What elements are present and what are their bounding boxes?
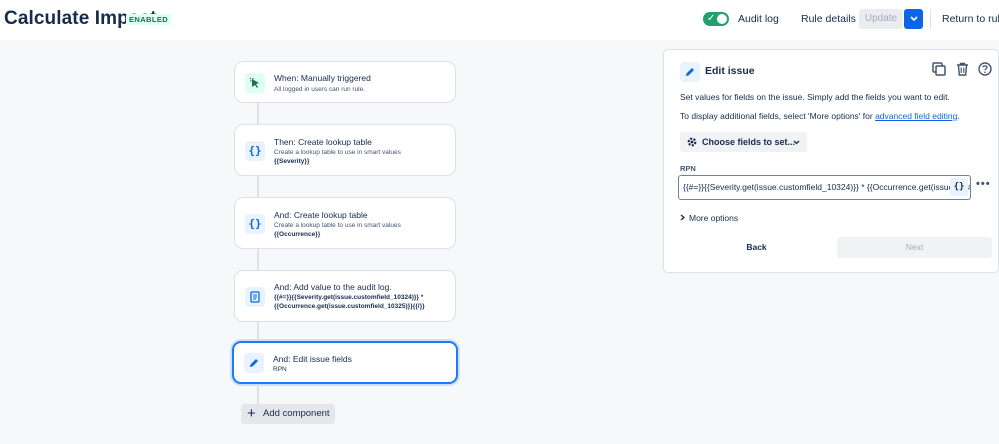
chevron-down-icon xyxy=(793,140,800,145)
cursor-click-icon xyxy=(245,73,265,93)
add-component-label: Add component xyxy=(263,408,330,419)
rule-details-button[interactable]: Rule details xyxy=(801,13,856,25)
more-options-label: More options xyxy=(689,213,739,223)
card-body: {{Occurrence}} xyxy=(274,231,321,238)
panel-title: Edit issue xyxy=(705,65,755,77)
trigger-card[interactable]: When: Manually triggered All logged in u… xyxy=(234,61,456,103)
card-subtitle: Create a lookup table to use in smart va… xyxy=(274,222,401,229)
help-icon[interactable] xyxy=(978,62,992,76)
card-body: {{#=}}{{Severity.get(issue.customfield_1… xyxy=(274,294,425,310)
update-options-button[interactable] xyxy=(904,9,923,29)
back-button[interactable]: Back xyxy=(680,237,833,258)
status-badge: ENABLED xyxy=(126,14,172,25)
braces-icon: {} xyxy=(245,214,265,234)
card-body: RPN xyxy=(273,366,287,373)
more-fields-suffix: . xyxy=(957,111,960,121)
field-more-actions-button[interactable]: ••• xyxy=(976,178,991,190)
chevron-down-icon xyxy=(909,16,918,22)
gear-icon xyxy=(687,137,697,147)
pencil-icon xyxy=(680,62,700,82)
return-to-rules-button[interactable]: Return to rules xyxy=(942,13,999,25)
header-bar: Calculate Impact ENABLED ✓ Audit log Rul… xyxy=(0,0,999,40)
card-title: And: Create lookup table xyxy=(274,210,368,220)
trash-icon[interactable] xyxy=(956,62,969,76)
card-body: {{Severity}} xyxy=(274,158,310,165)
more-fields-prefix: To display additional fields, select 'Mo… xyxy=(680,111,876,121)
advanced-field-editing-link[interactable]: advanced field editing xyxy=(875,111,957,121)
smart-value-button[interactable]: {} xyxy=(950,178,968,196)
edit-issue-panel: Edit issue Set values for fields on the … xyxy=(663,49,999,273)
edit-issue-card[interactable]: And: Edit issue fields RPN xyxy=(232,341,458,384)
card-title: Then: Create lookup table xyxy=(274,137,372,147)
card-title: When: Manually triggered xyxy=(274,73,371,83)
chevron-right-icon xyxy=(680,214,686,221)
choose-fields-label: Choose fields to set... xyxy=(702,137,796,147)
lookup-table-card-occurrence[interactable]: {} And: Create lookup table Create a loo… xyxy=(234,197,456,249)
rpn-field-input[interactable]: {{#=}}{{Severity.get(issue.customfield_1… xyxy=(678,175,971,200)
update-button[interactable]: Update xyxy=(859,9,903,29)
card-title: And: Edit issue fields xyxy=(273,354,352,364)
rpn-field-value: {{#=}}{{Severity.get(issue.customfield_1… xyxy=(683,182,970,192)
more-options-toggle[interactable]: More options xyxy=(680,213,738,223)
enable-toggle[interactable]: ✓ xyxy=(703,12,729,26)
more-fields-hint: To display additional fields, select 'Mo… xyxy=(680,111,960,121)
card-subtitle: Create a lookup table to use in smart va… xyxy=(274,149,401,156)
document-icon xyxy=(245,287,265,307)
audit-log-button[interactable]: Audit log xyxy=(738,13,779,25)
panel-toolbar xyxy=(932,62,992,81)
card-title: And: Add value to the audit log. xyxy=(274,282,392,292)
choose-fields-dropdown[interactable]: Choose fields to set... xyxy=(680,132,807,152)
pencil-icon xyxy=(244,353,264,373)
rpn-field-label: RPN xyxy=(680,164,696,173)
plus-icon: + xyxy=(247,405,256,422)
panel-description: Set values for fields on the issue. Simp… xyxy=(680,92,950,102)
card-subtitle: All logged in users can run rule. xyxy=(274,86,366,93)
braces-icon: {} xyxy=(245,141,265,161)
audit-log-card[interactable]: And: Add value to the audit log. {{#=}}{… xyxy=(234,270,456,322)
duplicate-icon[interactable] xyxy=(932,62,946,76)
next-button[interactable]: Next xyxy=(837,237,992,258)
add-component-button[interactable]: + Add component xyxy=(241,404,335,424)
header-divider xyxy=(930,9,931,29)
toggle-knob xyxy=(717,14,727,24)
check-icon: ✓ xyxy=(707,13,716,24)
lookup-table-card-severity[interactable]: {} Then: Create lookup table Create a lo… xyxy=(234,124,456,176)
